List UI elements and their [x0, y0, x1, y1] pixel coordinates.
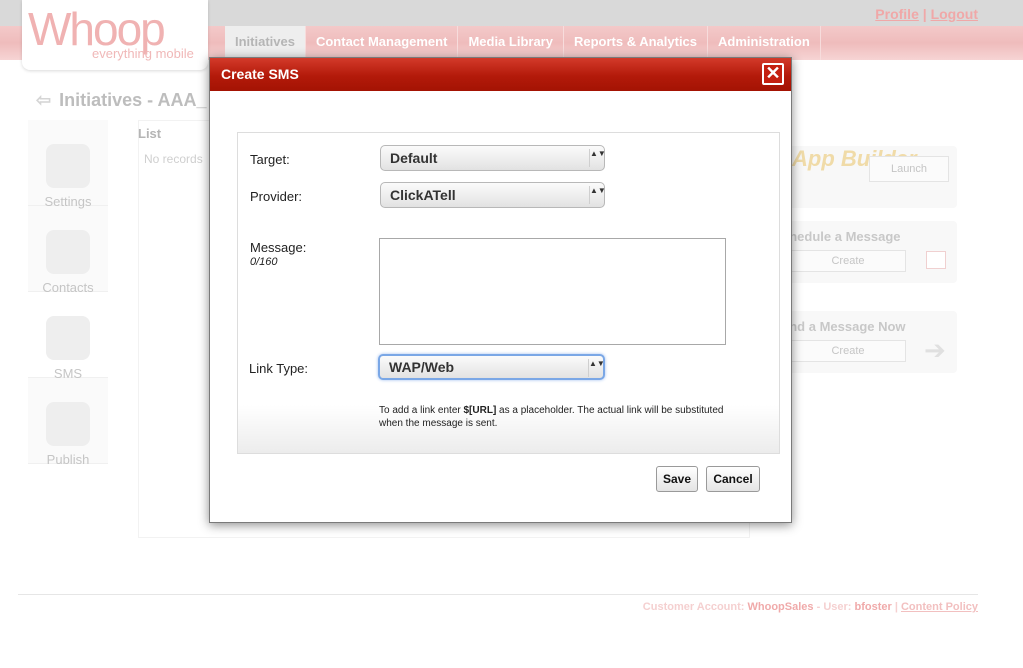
tab-administration[interactable]: Administration: [708, 26, 821, 60]
schedule-message-title: chedule a Message: [782, 229, 901, 244]
launch-button[interactable]: Launch: [869, 156, 949, 182]
tab-initiatives[interactable]: Initiatives: [225, 26, 306, 60]
close-icon[interactable]: ✕: [762, 63, 784, 85]
customer-account-value: WhoopSales: [747, 601, 814, 613]
phone-icon: [46, 402, 90, 446]
tools-icon: [46, 144, 90, 188]
select-arrows-icon: ▲▼: [588, 359, 605, 377]
satellite-icon: [46, 316, 90, 360]
footer: Customer Account: WhoopSales - User: bfo…: [643, 601, 978, 613]
page-title: ⇦ Initiatives - AAA_: [36, 90, 206, 111]
tab-reports-analytics[interactable]: Reports & Analytics: [564, 26, 709, 60]
footer-separator: |: [894, 601, 898, 613]
select-arrows-icon: ▲▼: [589, 186, 606, 204]
message-textarea[interactable]: [379, 238, 726, 345]
send-message-title: end a Message Now: [782, 319, 906, 334]
link-separator: |: [922, 6, 927, 22]
sidebar-item-label: SMS: [53, 366, 83, 381]
tab-media-library[interactable]: Media Library: [458, 26, 564, 60]
schedule-message-card: chedule a Message Create: [782, 221, 957, 283]
provider-select-value: ClickATell: [390, 187, 456, 203]
message-char-count: 0/160: [250, 256, 278, 268]
hint-prefix: To add a link enter: [379, 405, 464, 416]
link-type-select-value: WAP/Web: [389, 359, 455, 375]
content-policy-link[interactable]: Content Policy: [901, 601, 978, 613]
sidebar-item-contacts[interactable]: Contacts: [28, 206, 108, 295]
logout-link[interactable]: Logout: [931, 6, 978, 22]
send-message-card: end a Message Now Create ➔: [782, 311, 957, 373]
link-hint-text: To add a link enter $[URL] as a placehol…: [379, 404, 739, 430]
user-label: - User:: [816, 601, 852, 613]
arrow-right-icon: ➔: [924, 335, 946, 365]
schedule-create-button[interactable]: Create: [790, 250, 906, 272]
user-links: Profile | Logout: [875, 6, 978, 22]
sidebar-item-sms[interactable]: SMS: [28, 292, 108, 381]
logo-tagline: everything mobile: [92, 46, 194, 61]
sidebar-item-publish[interactable]: Publish: [28, 378, 108, 467]
link-type-label: Link Type:: [249, 361, 309, 376]
dialog-header: Create SMS ✕: [210, 58, 791, 91]
customer-account-label: Customer Account:: [642, 601, 745, 613]
save-button[interactable]: Save: [656, 466, 698, 492]
create-sms-dialog: Create SMS ✕ Target: Default ▲▼ Provider…: [209, 57, 792, 523]
send-create-button[interactable]: Create: [790, 340, 906, 362]
provider-label: Provider:: [250, 189, 303, 204]
side-nav: Settings Contacts SMS Publish: [28, 120, 108, 467]
select-arrows-icon: ▲▼: [589, 149, 606, 167]
dialog-title: Create SMS: [221, 66, 299, 82]
sidebar-item-label: Publish: [46, 452, 90, 467]
logo[interactable]: Whoop everything mobile: [22, 0, 208, 70]
main-tabs: Initiatives Contact Management Media Lib…: [225, 26, 821, 60]
sidebar-item-settings[interactable]: Settings: [28, 120, 108, 209]
provider-select[interactable]: ClickATell ▲▼: [380, 182, 606, 208]
calendar-icon: [926, 251, 946, 269]
message-label: Message:: [250, 240, 307, 255]
target-select-value: Default: [390, 150, 438, 166]
app-builder-card: App Builder Launch: [782, 146, 957, 208]
cancel-button[interactable]: Cancel: [706, 466, 760, 492]
page-title-text: Initiatives - AAA_: [59, 90, 207, 110]
back-arrow-icon[interactable]: ⇦: [36, 90, 51, 110]
link-type-select[interactable]: WAP/Web ▲▼: [378, 354, 605, 380]
people-icon: [46, 230, 90, 274]
profile-link[interactable]: Profile: [875, 6, 919, 22]
target-label: Target:: [250, 152, 290, 167]
no-records-text: No records: [144, 152, 203, 166]
list-heading: List: [138, 126, 162, 141]
hint-placeholder: $[URL]: [463, 405, 497, 416]
user-value: bfoster: [854, 601, 892, 613]
sidebar-item-label: Settings: [44, 194, 92, 209]
sidebar-item-label: Contacts: [42, 280, 94, 295]
footer-divider: [18, 594, 978, 595]
target-select[interactable]: Default ▲▼: [380, 145, 606, 171]
tab-contact-management[interactable]: Contact Management: [306, 26, 459, 60]
